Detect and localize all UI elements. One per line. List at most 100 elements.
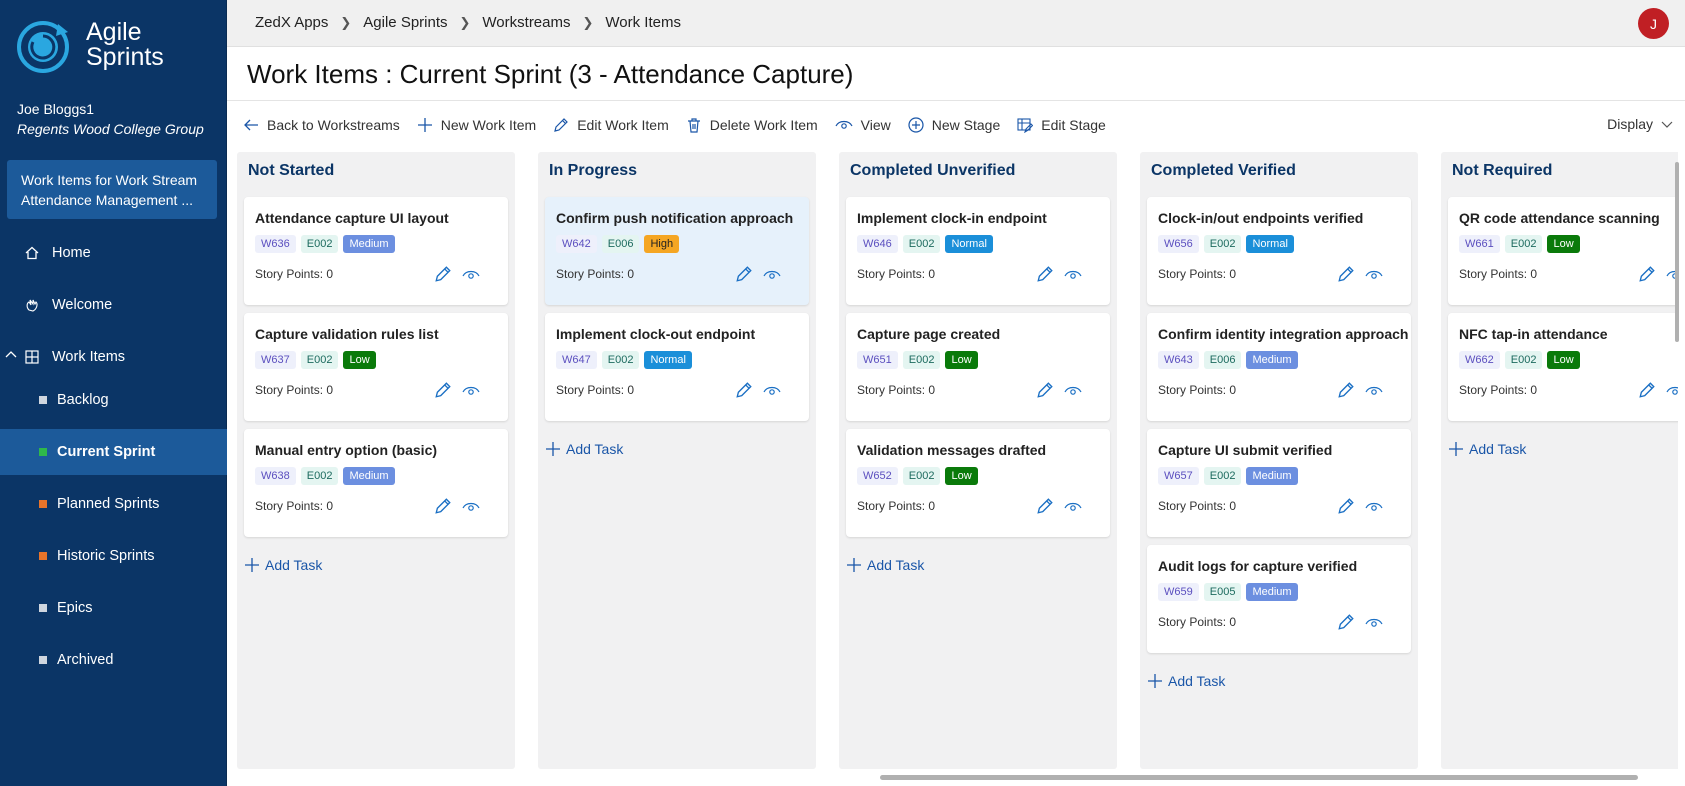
epic-id: E002 (902, 467, 941, 485)
pencil-icon[interactable] (1337, 265, 1355, 283)
work-item-card[interactable]: Manual entry option (basic) W638 E002 Medi… (244, 429, 508, 537)
work-item-card[interactable]: Validation messages drafted W652 E002 Low … (846, 429, 1110, 537)
edit-work-item-button[interactable]: Edit Work Item (553, 117, 669, 133)
eye-icon[interactable] (1365, 615, 1383, 631)
epic-id: E002 (1203, 467, 1242, 485)
work-item-card[interactable]: Capture UI submit verified W657 E002 Mediu… (1147, 429, 1411, 537)
nav-backlog[interactable]: Backlog (0, 377, 227, 423)
breadcrumb-zedx-apps[interactable]: ZedX Apps (255, 14, 328, 31)
story-points: Story Points: 0 (1158, 615, 1237, 629)
scrollbar-thumb[interactable] (880, 775, 1638, 780)
vertical-scrollbar[interactable] (1673, 152, 1681, 772)
pencil-icon[interactable] (1036, 265, 1054, 283)
pencil-icon[interactable] (1036, 381, 1054, 399)
pencil-icon[interactable] (1337, 613, 1355, 631)
story-points: Story Points: 0 (857, 383, 936, 397)
nav-historic-sprints[interactable]: Historic Sprints (0, 533, 227, 579)
avatar[interactable]: J (1638, 8, 1669, 39)
card-title: Manual entry option (basic) (255, 442, 438, 458)
delete-work-item-button[interactable]: Delete Work Item (686, 117, 818, 133)
nav-current-sprint[interactable]: Current Sprint (0, 429, 227, 475)
add-task-button[interactable]: Add Task (546, 441, 623, 457)
card-title: Confirm identity integration approach (1158, 326, 1409, 342)
epic-id: E002 (300, 351, 339, 369)
back-to-workstreams-button[interactable]: Back to Workstreams (243, 117, 400, 133)
eye-icon[interactable] (462, 383, 480, 399)
nav-welcome[interactable]: Welcome (0, 282, 227, 328)
eye-icon[interactable] (1365, 267, 1383, 283)
view-button[interactable]: View (835, 117, 891, 133)
work-item-id: W651 (857, 351, 898, 369)
work-item-id: W636 (255, 235, 296, 253)
nav-home[interactable]: Home (0, 230, 227, 276)
edit-stage-button[interactable]: Edit Stage (1017, 117, 1106, 133)
workstream-context[interactable]: Work Items for Work Stream Attendance Ma… (7, 160, 217, 219)
pencil-icon[interactable] (434, 497, 452, 515)
work-item-id: W637 (255, 351, 296, 369)
grid-icon (24, 349, 40, 365)
eye-icon[interactable] (1064, 267, 1082, 283)
add-task-button[interactable]: Add Task (245, 557, 322, 573)
story-points: Story Points: 0 (1158, 499, 1237, 513)
epic-id: E002 (1504, 351, 1543, 369)
work-item-id: W656 (1158, 235, 1199, 253)
wave-hand-icon (24, 297, 40, 313)
card-title: NFC tap-in attendance (1459, 326, 1608, 342)
top-bar: ZedX Apps ❯ Agile Sprints ❯ Workstreams … (227, 0, 1685, 47)
breadcrumb-workstreams[interactable]: Workstreams (482, 14, 570, 31)
plus-icon (245, 558, 259, 572)
new-work-item-button[interactable]: New Work Item (417, 117, 536, 133)
work-item-card[interactable]: NFC tap-in attendance W662 E002 Low Story … (1448, 313, 1678, 421)
chevron-up-icon[interactable] (5, 349, 17, 365)
work-item-card[interactable]: Implement clock-in endpoint W646 E002 Norm… (846, 197, 1110, 305)
eye-icon[interactable] (1365, 499, 1383, 515)
pencil-icon[interactable] (1638, 265, 1656, 283)
priority-badge: Low (945, 351, 978, 369)
pencil-icon[interactable] (434, 265, 452, 283)
work-item-card[interactable]: QR code attendance scanning W661 E002 Low … (1448, 197, 1678, 305)
nav-archived[interactable]: Archived (0, 637, 227, 683)
pencil-icon[interactable] (1337, 497, 1355, 515)
add-task-button[interactable]: Add Task (1148, 673, 1225, 689)
nav-work-items[interactable]: Work Items (0, 334, 227, 380)
add-task-button[interactable]: Add Task (847, 557, 924, 573)
nav-epics[interactable]: Epics (0, 585, 227, 631)
work-item-card[interactable]: Implement clock-out endpoint W647 E002 Nor… (545, 313, 809, 421)
epic-id: E002 (1203, 235, 1242, 253)
pencil-icon[interactable] (1337, 381, 1355, 399)
eye-icon[interactable] (462, 499, 480, 515)
work-item-card[interactable]: Audit logs for capture verified W659 E005… (1147, 545, 1411, 653)
plus-icon (546, 442, 560, 456)
work-item-card[interactable]: Attendance capture UI layout W636 E002 Med… (244, 197, 508, 305)
eye-icon[interactable] (462, 267, 480, 283)
work-item-id: W643 (1158, 351, 1199, 369)
column-not-started: Not Started Attendance capture UI layout… (237, 152, 515, 769)
breadcrumb-agile-sprints[interactable]: Agile Sprints (363, 14, 447, 31)
work-item-id: W661 (1459, 235, 1500, 253)
work-item-card[interactable]: Capture validation rules list W637 E002 Lo… (244, 313, 508, 421)
eye-icon[interactable] (763, 383, 781, 399)
pencil-icon[interactable] (735, 381, 753, 399)
work-item-card[interactable]: Confirm identity integration approach W6… (1147, 313, 1411, 421)
pencil-icon[interactable] (1638, 381, 1656, 399)
nav-planned-sprints[interactable]: Planned Sprints (0, 481, 227, 527)
pencil-icon[interactable] (1036, 497, 1054, 515)
scrollbar-thumb[interactable] (1675, 162, 1679, 342)
work-item-card[interactable]: Confirm push notification approach W642 E… (545, 197, 809, 305)
divider (227, 100, 1685, 101)
work-item-card[interactable]: Capture page created W651 E002 Low Story P… (846, 313, 1110, 421)
eye-icon[interactable] (763, 267, 781, 283)
pencil-icon[interactable] (735, 265, 753, 283)
eye-icon[interactable] (1365, 383, 1383, 399)
eye-icon[interactable] (1064, 499, 1082, 515)
work-item-card[interactable]: Clock-in/out endpoints verified W656 E002… (1147, 197, 1411, 305)
new-stage-button[interactable]: New Stage (908, 117, 1000, 133)
work-item-id: W659 (1158, 583, 1199, 601)
horizontal-scrollbar[interactable] (235, 772, 1671, 782)
card-title: Capture page created (857, 326, 1001, 342)
app-logo[interactable]: Agile Sprints (16, 18, 216, 80)
display-dropdown[interactable]: Display (1607, 116, 1673, 132)
pencil-icon[interactable] (434, 381, 452, 399)
add-task-button[interactable]: Add Task (1449, 441, 1526, 457)
eye-icon[interactable] (1064, 383, 1082, 399)
